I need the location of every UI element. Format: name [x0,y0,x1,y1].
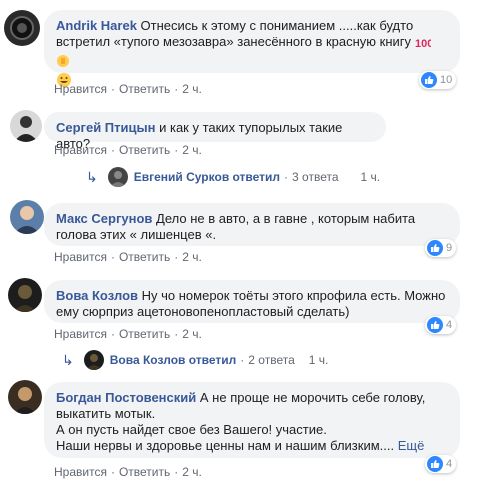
comment-time[interactable]: 2 ч. [182,82,202,96]
like-icon [421,72,437,88]
comment-bubble: Вова Козлов Ну чо номерок тоёты этого кп… [44,280,460,323]
reply-button[interactable]: Ответить [119,250,170,264]
avatar[interactable] [4,10,40,46]
comment-bubble: Богдан Постовенский А не проще не морочи… [44,382,460,458]
avatar[interactable] [8,380,42,414]
hundred-points-emoji: 100 [415,35,433,53]
like-button[interactable]: Нравится [54,250,107,264]
reaction-count[interactable]: 4 [425,316,457,334]
avatar[interactable] [10,200,44,234]
comment-actions: Нравится · Ответить · 2 ч. [54,82,202,96]
comment-author[interactable]: Сергей Птицын [56,120,155,135]
reaction-number: 4 [446,458,453,470]
view-replies[interactable]: ↳ Евгений Сурков ответил · 3 ответа 1 ч. [86,167,380,187]
comment-time[interactable]: 2 ч. [182,250,202,264]
comment-actions: Нравится · Ответить · 2 ч. [54,250,202,264]
like-icon [427,317,443,333]
reply-arrow-icon: ↳ [62,351,74,368]
reaction-count[interactable]: 4 [425,455,457,473]
reply-button[interactable]: Ответить [119,465,170,479]
comment-text-line-2: А он пусть найдет свое без Вашего! участ… [56,422,327,437]
see-more-link[interactable]: Ещё [398,438,425,453]
comment-actions: Нравится · Ответить · 2 ч. [54,465,202,479]
like-button[interactable]: Нравится [54,327,107,341]
comment-bubble: Сергей Птицын и как у таких тупорылых та… [44,112,386,151]
reaction-count[interactable]: 10 [419,71,457,89]
avatar [107,167,128,187]
comment-bubble: Макс Сергунов Дело не в авто, а в гавне … [44,203,460,246]
like-icon [427,456,443,472]
reply-count[interactable]: 3 ответа [292,170,338,184]
comment-bubble: Andrik Harek Отнесись к этому с понимани… [44,10,460,87]
comment-author[interactable]: Богдан Постовенский [56,390,196,405]
avatar[interactable] [8,278,42,312]
comment-time[interactable]: 2 ч. [182,143,202,157]
reply-button[interactable]: Ответить [119,327,170,341]
comment-actions: Нравится · Ответить · 2 ч. [54,327,202,341]
comment-text-line-3: Наши нервы и здоровье ценны нам и нашим … [56,438,395,453]
reply-author[interactable]: Евгений Сурков ответил [134,170,280,184]
reply-button[interactable]: Ответить [119,143,170,157]
reply-author[interactable]: Вова Козлов ответил [110,353,237,367]
reaction-number: 10 [440,74,453,86]
avatar[interactable] [10,110,42,142]
avatar [83,350,104,370]
reaction-number: 9 [446,242,453,254]
reply-time: 1 ч. [360,170,381,184]
like-button[interactable]: Нравится [54,465,107,479]
reply-time: 1 ч. [308,353,329,367]
reply-count[interactable]: 2 ответа [248,353,294,367]
reply-button[interactable]: Ответить [119,82,170,96]
comment-time[interactable]: 2 ч. [182,327,202,341]
comment-author[interactable]: Вова Козлов [56,288,138,303]
comment-actions: Нравится · Ответить · 2 ч. [54,143,202,157]
svg-text:100: 100 [415,38,431,49]
comment-author[interactable]: Andrik Harek [56,18,137,33]
view-replies[interactable]: ↳ Вова Козлов ответил · 2 ответа 1 ч. [62,350,328,370]
reply-arrow-icon: ↳ [86,168,98,185]
like-button[interactable]: Нравится [54,82,107,96]
like-icon [427,240,443,256]
like-button[interactable]: Нравится [54,143,107,157]
thumbs-up-emoji [56,54,70,72]
comment-author[interactable]: Макс Сергунов [56,211,152,226]
reaction-number: 4 [446,319,453,331]
reaction-count[interactable]: 9 [425,239,457,257]
comment-time[interactable]: 2 ч. [182,465,202,479]
